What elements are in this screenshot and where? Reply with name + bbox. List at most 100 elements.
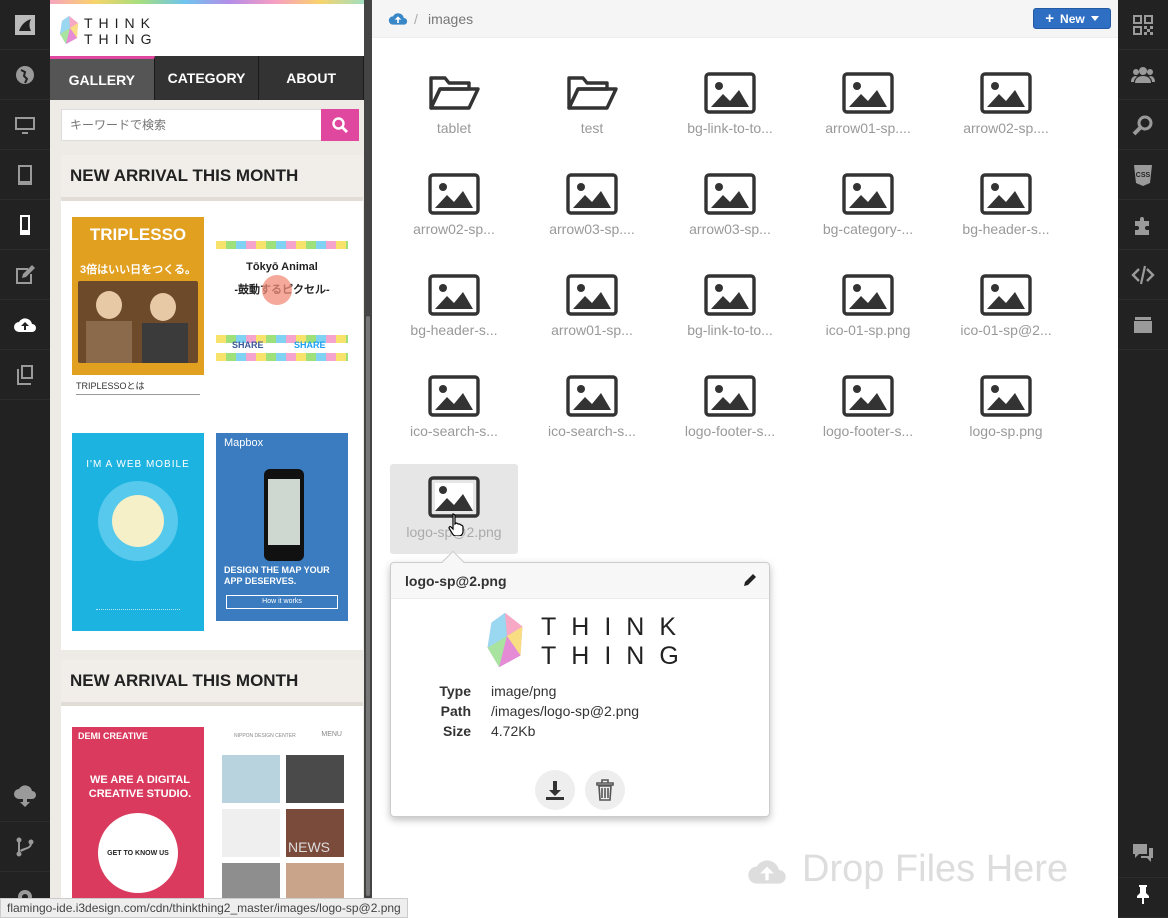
section-heading: NEW ARRIVAL THIS MONTH bbox=[61, 660, 363, 706]
file-item[interactable]: ico-01-sp@2... bbox=[942, 262, 1070, 352]
card-photo bbox=[78, 281, 198, 363]
preview-site-logo[interactable]: THINK THING bbox=[50, 0, 364, 56]
folder-item[interactable]: test bbox=[528, 60, 656, 150]
download-icon bbox=[546, 781, 564, 800]
drop-zone[interactable]: Drop Files Here bbox=[372, 848, 1068, 891]
site-preview[interactable]: THINK THING GALLERY CATEGORY ABOUT NEW A… bbox=[50, 0, 364, 918]
tablet-icon[interactable] bbox=[0, 150, 50, 200]
think-thing-logo-mark bbox=[487, 612, 523, 668]
breadcrumb-separator: / bbox=[414, 11, 418, 27]
file-name: logo-footer-s... bbox=[822, 423, 914, 439]
folder-item[interactable]: tablet bbox=[390, 60, 518, 150]
app-logo-icon[interactable] bbox=[0, 0, 50, 50]
delete-button[interactable] bbox=[585, 770, 625, 810]
code-icon[interactable] bbox=[1118, 250, 1168, 300]
gallery-card-nippon-design[interactable]: NIPPON DESIGN CENTER MENU NEWS bbox=[216, 727, 348, 907]
image-file-icon bbox=[428, 375, 480, 417]
file-item[interactable]: bg-header-s... bbox=[942, 161, 1070, 251]
gallery-card-demi-creative[interactable]: DEMI CREATIVE WE ARE A DIGITAL CREATIVE … bbox=[72, 727, 204, 907]
file-name: arrow03-sp.... bbox=[549, 221, 635, 237]
new-button[interactable]: + New bbox=[1033, 8, 1111, 29]
file-name: arrow01-sp... bbox=[551, 322, 633, 338]
file-name: arrow02-sp... bbox=[413, 221, 495, 237]
image-file-icon bbox=[704, 375, 756, 417]
preview-search-box bbox=[61, 109, 359, 141]
download-button[interactable] bbox=[535, 770, 575, 810]
image-file-icon bbox=[566, 375, 618, 417]
file-item[interactable]: arrow01-sp... bbox=[528, 262, 656, 352]
image-file-icon bbox=[980, 274, 1032, 316]
file-item[interactable]: arrow01-sp.... bbox=[804, 60, 932, 150]
deploy-icon[interactable] bbox=[0, 770, 50, 822]
cloud-upload-icon[interactable] bbox=[0, 300, 50, 350]
image-file-icon bbox=[842, 72, 894, 114]
file-name: ico-01-sp@2... bbox=[960, 322, 1052, 338]
file-item[interactable]: ico-01-sp.png bbox=[804, 262, 932, 352]
file-name: ico-01-sp.png bbox=[825, 322, 911, 338]
preview-search-input[interactable] bbox=[62, 110, 322, 140]
file-item[interactable]: bg-link-to-to... bbox=[666, 262, 794, 352]
file-item[interactable]: logo-footer-s... bbox=[804, 363, 932, 453]
file-name: bg-header-s... bbox=[962, 221, 1050, 237]
breadcrumb-current-folder[interactable]: images bbox=[428, 11, 473, 27]
file-item[interactable]: arrow02-sp... bbox=[390, 161, 518, 251]
css-icon[interactable]: CSS bbox=[1118, 150, 1168, 200]
nav-about[interactable]: ABOUT bbox=[259, 56, 364, 100]
popover-header: logo-sp@2.png bbox=[391, 563, 769, 599]
desktop-icon[interactable] bbox=[0, 100, 50, 150]
image-file-icon bbox=[566, 274, 618, 316]
nav-gallery[interactable]: GALLERY bbox=[50, 56, 155, 100]
file-name: arrow02-sp.... bbox=[963, 120, 1049, 136]
file-name: arrow01-sp.... bbox=[825, 120, 911, 136]
cloud-upload-icon[interactable] bbox=[388, 9, 408, 27]
file-name: bg-link-to-to... bbox=[687, 120, 773, 136]
pencil-icon[interactable] bbox=[743, 573, 757, 587]
nav-category[interactable]: CATEGORY bbox=[155, 56, 260, 100]
gallery-card-mapbox[interactable]: Mapbox DESIGN THE MAP YOUR APP DESERVES.… bbox=[216, 433, 348, 621]
archive-icon[interactable] bbox=[1118, 300, 1168, 350]
file-name: logo-sp.png bbox=[969, 423, 1043, 439]
preview-scrollbar[interactable] bbox=[364, 0, 372, 918]
file-item[interactable]: logo-footer-s... bbox=[666, 363, 794, 453]
file-name: arrow03-sp... bbox=[689, 221, 771, 237]
git-branch-icon[interactable] bbox=[0, 822, 50, 872]
plus-icon: + bbox=[1045, 9, 1055, 27]
file-item[interactable]: logo-sp.png bbox=[942, 363, 1070, 453]
mobile-icon[interactable] bbox=[0, 200, 50, 250]
gallery-card-web-mobile[interactable]: I'M A WEB MOBILE bbox=[72, 433, 204, 631]
image-file-icon bbox=[428, 274, 480, 316]
copy-icon[interactable] bbox=[0, 350, 50, 400]
image-file-icon bbox=[980, 173, 1032, 215]
globe-icon[interactable] bbox=[0, 50, 50, 100]
preview-search-button[interactable] bbox=[321, 109, 359, 141]
file-name: logo-footer-s... bbox=[684, 423, 776, 439]
meta-type-row: Type image/png bbox=[439, 683, 557, 699]
file-details-popover: logo-sp@2.png THINK THING Typeimage/png bbox=[390, 550, 770, 817]
status-bar-url: flamingo-ide.i3design.com/cdn/thinkthing… bbox=[0, 898, 408, 918]
trash-icon bbox=[596, 779, 614, 801]
file-item[interactable]: ico-search-s... bbox=[390, 363, 518, 453]
pin-icon[interactable] bbox=[1118, 870, 1168, 918]
file-item[interactable]: logo-sp@2.png bbox=[390, 464, 518, 554]
file-item[interactable]: bg-link-to-to... bbox=[666, 60, 794, 150]
edit-icon[interactable] bbox=[0, 250, 50, 300]
preview-logo-wordmark: THINK THING bbox=[84, 15, 158, 47]
file-item[interactable]: arrow02-sp.... bbox=[942, 60, 1070, 150]
image-file-icon bbox=[842, 375, 894, 417]
file-name: bg-link-to-to... bbox=[687, 322, 773, 338]
left-toolbar bbox=[0, 0, 50, 918]
play-icon bbox=[262, 275, 292, 305]
file-item[interactable]: bg-category-... bbox=[804, 161, 932, 251]
qr-code-icon[interactable] bbox=[1118, 0, 1168, 50]
file-item[interactable]: bg-header-s... bbox=[390, 262, 518, 352]
gallery-card-tokyo-animal[interactable]: Tōkyō Animal -鼓動するピクセル- SHARE SHARE bbox=[216, 217, 348, 415]
puzzle-icon[interactable] bbox=[1118, 200, 1168, 250]
search-icon[interactable] bbox=[1118, 100, 1168, 150]
file-item[interactable]: arrow03-sp... bbox=[666, 161, 794, 251]
gallery-card-triplesso[interactable]: TRIPLESSO 3倍はいい日をつくる。 TRIPLESSOとは bbox=[72, 217, 204, 415]
image-file-icon bbox=[842, 274, 894, 316]
file-item[interactable]: arrow03-sp.... bbox=[528, 161, 656, 251]
cloud-upload-icon bbox=[748, 859, 786, 884]
file-item[interactable]: ico-search-s... bbox=[528, 363, 656, 453]
users-icon[interactable] bbox=[1118, 50, 1168, 100]
